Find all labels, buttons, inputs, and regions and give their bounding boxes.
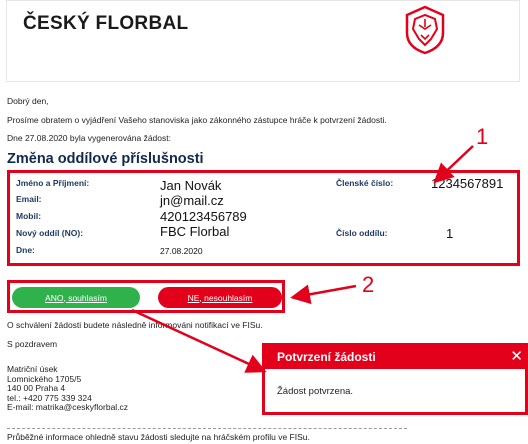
footer-text: Průběžné informace ohledně stavu žádosti… xyxy=(7,432,310,442)
signature-block: Matriční úsek Lomnického 1705/5 140 00 P… xyxy=(7,364,129,413)
mobile-label: Mobil: xyxy=(16,211,42,221)
arrow-to-reject-button xyxy=(290,284,357,305)
name-value: Jan Novák xyxy=(160,178,222,193)
regards-text: S pozdravem xyxy=(7,339,58,349)
annotation-number-2: 2 xyxy=(362,272,375,297)
email-label: Email: xyxy=(16,194,42,204)
notify-text: O schválení žádosti budete následně info… xyxy=(7,320,263,330)
header-banner: ČESKÝ FLORBAL xyxy=(6,0,520,82)
greeting-text: Dobrý den, xyxy=(7,96,49,106)
dialog-title: Potvrzení žádosti xyxy=(277,350,376,364)
annotation-number-1: 1 xyxy=(476,124,489,149)
club-number-label: Číslo oddílu: xyxy=(336,228,388,238)
brand-title: ČESKÝ FLORBAL xyxy=(23,13,189,34)
reject-button[interactable]: NE, nesouhlasím xyxy=(158,287,282,308)
club-label: Nový oddíl (NO): xyxy=(16,228,84,238)
request-text: Prosíme obratem o vyjádření Vašeho stano… xyxy=(7,115,387,125)
club-value: FBC Florbal xyxy=(160,224,230,239)
arrow-to-dialog xyxy=(131,308,267,373)
approve-button[interactable]: ANO, souhlasím xyxy=(12,287,140,308)
club-number-value: 1 xyxy=(446,226,454,241)
request-details-box: Jméno a Příjmení: Jan Novák Email: jn@ma… xyxy=(7,170,520,266)
date-label: Dne: xyxy=(16,245,35,255)
generated-text: Dne 27.08.2020 byla vygenerována žádost: xyxy=(7,133,171,143)
close-icon[interactable]: ✕ xyxy=(510,347,523,365)
divider xyxy=(7,428,407,429)
decision-buttons-box: ANO, souhlasím NE, nesouhlasím xyxy=(7,280,285,313)
member-number-value: 1234567891 xyxy=(431,176,504,191)
date-value: 27.08.2020 xyxy=(160,246,203,256)
dialog-header: Potvrzení žádosti ✕ xyxy=(265,346,525,369)
mobile-value: 420123456789 xyxy=(160,209,247,224)
lion-shield-icon xyxy=(405,5,445,55)
signature-line: E-mail: matrika@ceskyflorbal.cz xyxy=(7,402,129,412)
dialog-message: Žádost potvrzena. xyxy=(277,386,354,397)
page-title: Změna oddílové příslušnosti xyxy=(7,151,204,167)
name-label: Jméno a Příjmení: xyxy=(16,178,90,188)
email-value: jn@mail.cz xyxy=(160,193,224,208)
member-number-label: Členské číslo: xyxy=(336,178,394,188)
confirmation-dialog: Potvrzení žádosti ✕ Žádost potvrzena. xyxy=(262,343,528,415)
